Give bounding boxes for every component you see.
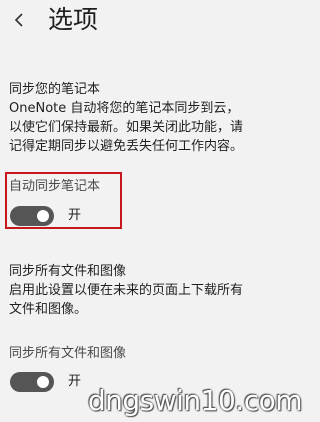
description-line: 文件和图像。 [9,302,88,317]
sync-notebooks-section: 同步您的笔记本 OneNote 自动将您的笔记本同步到云， 以使它们保持最新。如… [9,80,299,156]
sync-files-toggle[interactable] [10,372,54,392]
header: 选项 [0,0,308,44]
sync-files-toggle-row: 开 [10,372,90,392]
description-line: 启用此设置以便在未来的页面上下载所有 [9,283,244,298]
sync-notebooks-title: 同步您的笔记本 [9,82,101,97]
description-line: OneNote 自动将您的笔记本同步到云， [9,101,240,116]
watermark: dngswin10.com [87,384,303,417]
sync-files-label: 同步所有文件和图像 [9,346,127,361]
chevron-left-icon [14,13,23,27]
sync-files-section: 同步所有文件和图像 启用此设置以便在未来的页面上下载所有 文件和图像。 [9,262,299,319]
description-line: 以使它们保持最新。如果关闭此功能，请 [9,120,244,135]
toggle-knob [37,376,49,388]
sync-files-state: 开 [68,374,82,389]
highlight-box [5,172,122,229]
description-line: 记得定期同步以避免丢失任何工作内容。 [9,139,244,154]
sync-files-description: 启用此设置以便在未来的页面上下载所有 文件和图像。 [9,281,299,319]
sync-notebooks-description: OneNote 自动将您的笔记本同步到云， 以使它们保持最新。如果关闭此功能，请… [9,99,299,156]
sync-files-title: 同步所有文件和图像 [9,264,127,279]
page-title: 选项 [48,5,99,34]
back-button[interactable] [10,4,34,36]
